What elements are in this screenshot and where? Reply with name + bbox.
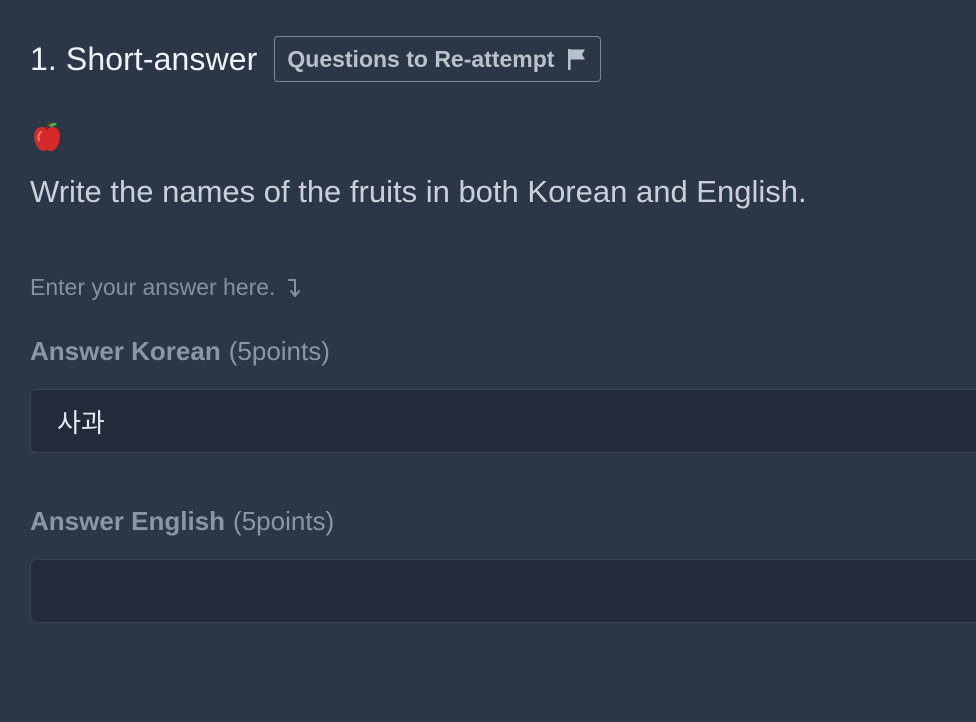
- answer-korean-label-text: Answer Korean: [30, 336, 221, 366]
- question-title: 1. Short-answer: [30, 40, 258, 77]
- answer-english-points: (5points): [233, 506, 335, 536]
- answer-english-input[interactable]: [30, 559, 976, 623]
- answer-english-label-text: Answer English: [30, 506, 226, 536]
- flag-icon: [568, 49, 586, 70]
- answer-hint: Enter your answer here.: [30, 274, 305, 301]
- arrow-down-right-icon: [288, 278, 301, 297]
- apple-icon: [34, 121, 60, 152]
- questions-to-reattempt-button[interactable]: Questions to Re-attempt: [274, 36, 602, 82]
- answer-korean-points: (5points): [228, 336, 330, 366]
- answer-korean-label: Answer Korean (5points): [30, 336, 330, 367]
- answer-korean-input[interactable]: [30, 389, 976, 453]
- question-prompt: Write the names of the fruits in both Ko…: [30, 174, 807, 209]
- reattempt-label: Questions to Re-attempt: [287, 45, 555, 72]
- answer-english-label: Answer English (5points): [30, 506, 334, 537]
- answer-hint-text: Enter your answer here.: [30, 274, 276, 300]
- question-header: 1. Short-answer Questions to Re-attempt: [30, 36, 602, 82]
